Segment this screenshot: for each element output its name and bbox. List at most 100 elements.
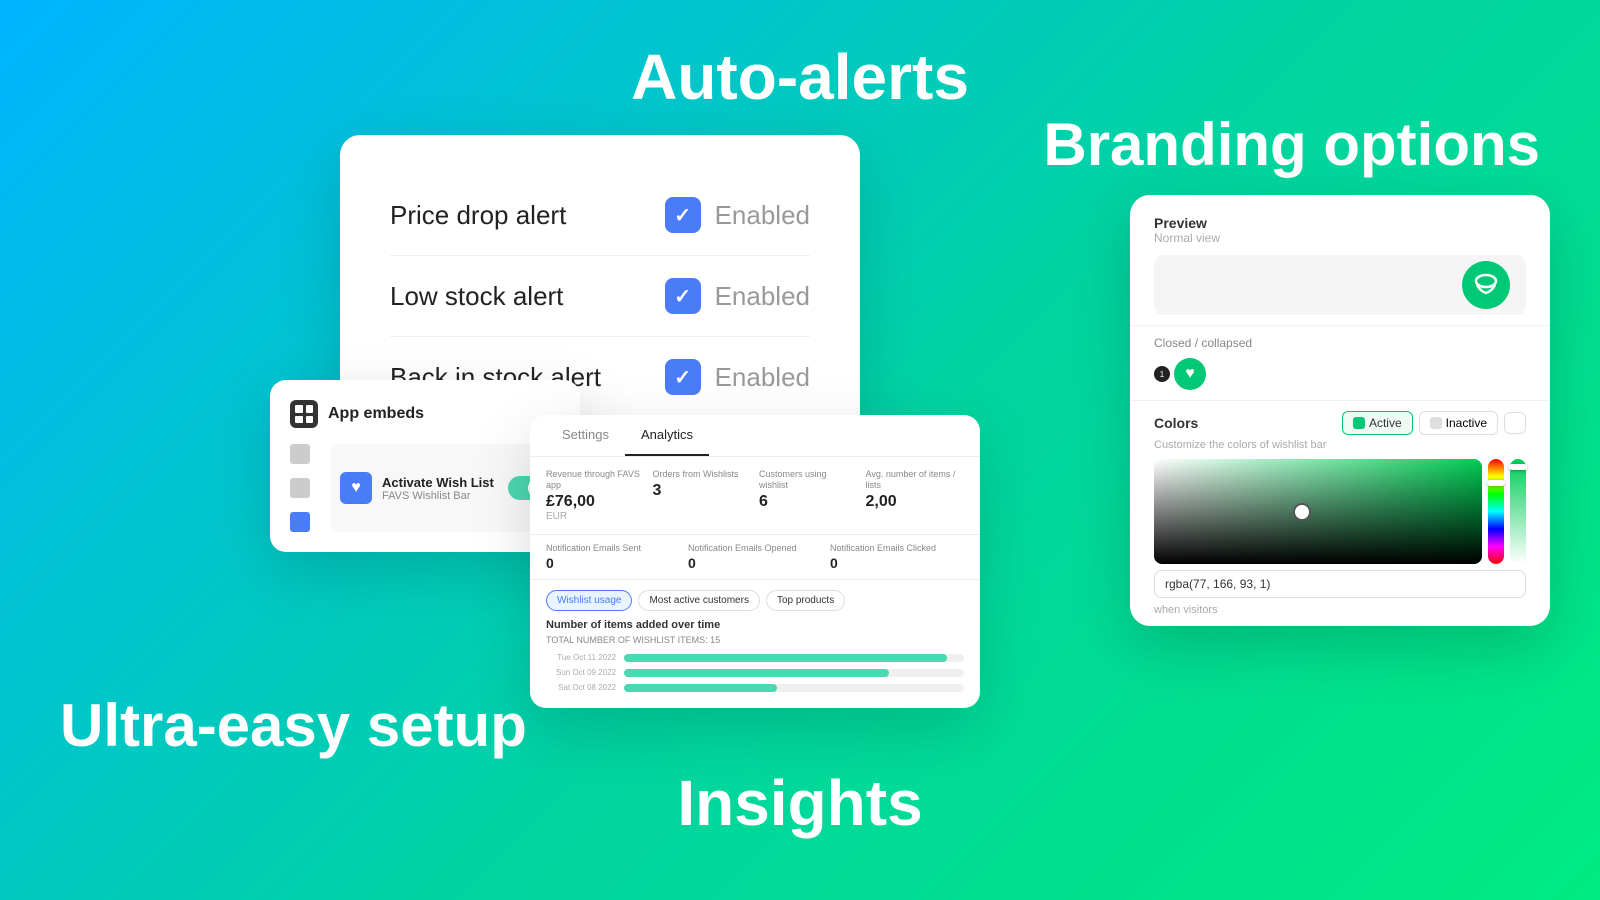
enabled-price: Enabled — [715, 200, 810, 231]
chart-subtitle: TOTAL NUMBER OF WISHLIST ITEMS: 15 — [546, 635, 964, 645]
embeds-title: App embeds — [328, 405, 424, 423]
stat-revenue-label: Revenue through FAVS app — [546, 469, 645, 491]
branding-card: Preview Normal view Closed / collapsed 1… — [1130, 195, 1550, 626]
embeds-header: App embeds — [290, 400, 560, 428]
notif-clicked: Notification Emails Clicked 0 — [830, 543, 964, 572]
gradient-handle[interactable] — [1295, 505, 1309, 519]
chart-bar-3 — [624, 684, 777, 692]
analytics-stats: Revenue through FAVS app £76,00 EUR Orde… — [530, 457, 980, 535]
alert-row-stock: Low stock alert ✓ Enabled — [390, 256, 810, 337]
active-swatch — [1353, 417, 1365, 429]
chart-title: Number of items added over time — [546, 619, 964, 631]
colors-header: Colors Active Inactive — [1154, 411, 1526, 435]
chart-tab-customers[interactable]: Most active customers — [638, 590, 759, 611]
color-input-row — [1154, 570, 1526, 598]
notif-sent: Notification Emails Sent 0 — [546, 543, 680, 572]
chart-bar-bg-1 — [624, 654, 964, 662]
chart-bar-bg-2 — [624, 669, 964, 677]
chart-date-2: Sun Oct 09 2022 — [546, 668, 616, 677]
notif-clicked-value: 0 — [830, 555, 964, 571]
analytics-card: Settings Analytics Revenue through FAVS … — [530, 415, 980, 708]
active-btn-label: Active — [1369, 416, 1402, 430]
chart-tab-products[interactable]: Top products — [766, 590, 845, 611]
preview-logo — [1462, 261, 1510, 309]
chart-bar-bg-3 — [624, 684, 964, 692]
color-gradient-area[interactable] — [1154, 459, 1482, 564]
chart-tab-usage[interactable]: Wishlist usage — [546, 590, 632, 611]
stat-revenue-sub: EUR — [546, 511, 645, 522]
chart-tabs: Wishlist usage Most active customers Top… — [546, 590, 964, 611]
embeds-item: ♥ Activate Wish List FAVS Wishlist Bar — [330, 444, 560, 532]
alert-right-price: ✓ Enabled — [665, 197, 810, 233]
enabled-stock: Enabled — [715, 281, 810, 312]
stat-customers: Customers using wishlist 6 — [759, 469, 858, 522]
stat-customers-value: 6 — [759, 493, 858, 511]
alpha-handle[interactable] — [1509, 464, 1527, 470]
alpha-strip[interactable] — [1510, 459, 1526, 564]
inactive-color-btn[interactable]: Inactive — [1419, 411, 1498, 435]
collapsed-icons: 1 ♥ — [1154, 358, 1526, 390]
colors-section: Colors Active Inactive Customize the col… — [1130, 400, 1550, 626]
chart-bar-1 — [624, 654, 947, 662]
dot2 — [306, 405, 314, 413]
stat-revenue: Revenue through FAVS app £76,00 EUR — [546, 469, 645, 522]
color-picker-area[interactable] — [1154, 459, 1526, 564]
analytics-tabs: Settings Analytics — [530, 415, 980, 457]
chart-bar-2 — [624, 669, 889, 677]
checkbox-price[interactable]: ✓ — [665, 197, 701, 233]
analytics-notif: Notification Emails Sent 0 Notification … — [530, 535, 980, 581]
checkbox-back[interactable]: ✓ — [665, 359, 701, 395]
active-color-btn[interactable]: Active — [1342, 411, 1413, 435]
color-value-input[interactable] — [1154, 570, 1526, 598]
checkbox-stock[interactable]: ✓ — [665, 278, 701, 314]
alert-right-back: ✓ Enabled — [665, 359, 810, 395]
tab-analytics[interactable]: Analytics — [625, 415, 709, 456]
hue-strip[interactable] — [1488, 459, 1504, 564]
inactive-btn-label: Inactive — [1446, 416, 1487, 430]
colors-title: Colors — [1154, 415, 1198, 431]
nav-icon-1[interactable] — [290, 444, 310, 464]
dot3 — [295, 416, 303, 424]
notif-sent-value: 0 — [546, 555, 680, 571]
preview-mockup — [1154, 255, 1526, 315]
chart-date-1: Tue Oct 11 2022 — [546, 653, 616, 662]
stat-revenue-value: £76,00 — [546, 493, 645, 511]
nav-icon-2[interactable] — [290, 478, 310, 498]
notif-sent-label: Notification Emails Sent — [546, 543, 680, 554]
setup-title: Ultra-easy setup — [60, 691, 527, 760]
embeds-item-text: Activate Wish List FAVS Wishlist Bar — [382, 475, 498, 502]
alert-label-stock: Low stock alert — [390, 281, 563, 312]
chart-row-3: Sat Oct 08 2022 — [546, 683, 964, 692]
embeds-item-name: Activate Wish List — [382, 475, 498, 490]
extra-color-btn[interactable] — [1504, 412, 1526, 434]
collapsed-label: Closed / collapsed — [1154, 336, 1526, 350]
notif-clicked-label: Notification Emails Clicked — [830, 543, 964, 554]
embeds-nav — [290, 444, 320, 532]
heart-icon: ♥ — [1174, 358, 1206, 390]
stat-orders: Orders from Wishlists 3 — [653, 469, 752, 522]
inactive-swatch — [1430, 417, 1442, 429]
enabled-back: Enabled — [715, 362, 810, 393]
embeds-sidebar: ♥ Activate Wish List FAVS Wishlist Bar — [290, 444, 560, 532]
tab-settings[interactable]: Settings — [546, 415, 625, 456]
dot4 — [306, 416, 314, 424]
preview-collapsed-section: Closed / collapsed 1 ♥ — [1130, 325, 1550, 400]
dot-badge: 1 — [1154, 366, 1170, 382]
dot1 — [295, 405, 303, 413]
alert-label-price: Price drop alert — [390, 200, 566, 231]
chart-row-2: Sun Oct 09 2022 — [546, 668, 964, 677]
embeds-grid-icon — [290, 400, 318, 428]
branding-options-title: Branding options — [1043, 110, 1540, 179]
alert-right-stock: ✓ Enabled — [665, 278, 810, 314]
nav-icon-3[interactable] — [290, 512, 310, 532]
more-text: when visitors — [1154, 604, 1526, 616]
stat-customers-label: Customers using wishlist — [759, 469, 858, 491]
notif-opened-label: Notification Emails Opened — [688, 543, 822, 554]
branding-preview-section: Preview Normal view — [1130, 195, 1550, 325]
insights-title: Insights — [677, 766, 922, 840]
notif-opened-value: 0 — [688, 555, 822, 571]
stat-avg-value: 2,00 — [866, 493, 965, 511]
preview-label: Preview — [1154, 215, 1526, 231]
wish-list-icon: ♥ — [340, 472, 372, 504]
hue-handle[interactable] — [1487, 480, 1505, 486]
